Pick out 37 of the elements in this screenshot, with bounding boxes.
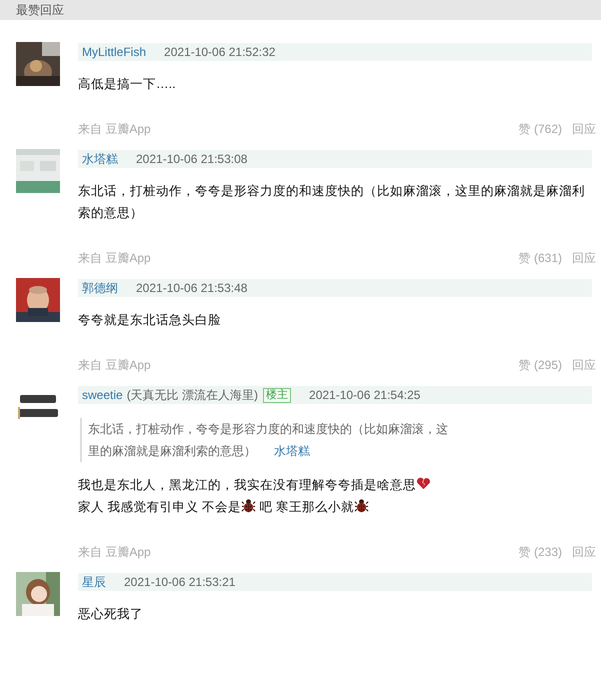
like-button[interactable]: 赞 (295) [518, 357, 562, 374]
comment-text: 吧 寒王那么小就 [258, 500, 354, 514]
comment-source: 来自 豆瓣App [78, 121, 151, 138]
comment-time: 2021-10-06 21:54:25 [309, 388, 420, 402]
comment-text: 东北话，打桩动作，夸夸是形容力度的和速度快的（比如麻溜滚，这里的麻溜就是麻溜利索的意思） [78, 184, 585, 220]
comment-text: 恶心死我了 [78, 607, 143, 621]
quote-author-link[interactable]: 水塔糕 [274, 444, 310, 458]
comment-time: 2021-10-06 21:52:32 [164, 45, 276, 59]
comment-text: 夸夸就是东北话急头白脸 [78, 313, 221, 327]
reply-link[interactable]: 回应 [572, 544, 596, 561]
username-link[interactable]: 水塔糕 [82, 150, 118, 168]
reply-link[interactable]: 回应 [572, 121, 596, 138]
username-link[interactable]: 星辰 [82, 574, 106, 590]
username-link[interactable]: MyLittleFish [82, 45, 146, 59]
comment-source: 来自 豆瓣App [78, 357, 151, 374]
like-button[interactable]: 赞 (762) [518, 121, 562, 138]
reply-link[interactable]: 回应 [572, 357, 596, 374]
comment-text: 高低是搞一下….. [78, 77, 176, 91]
like-button[interactable]: 赞 (631) [518, 250, 562, 267]
comment-source: 来自 豆瓣App [78, 544, 151, 561]
bug-icon [354, 498, 369, 513]
username-link[interactable]: 郭德纲 [82, 280, 118, 296]
comment-text: 我也是东北人，黑龙江的，我实在没有理解夸夸插是啥意思 [78, 478, 416, 492]
comment-time: 2021-10-06 21:53:48 [136, 281, 248, 295]
comment-time: 2021-10-06 21:53:21 [124, 575, 236, 589]
section-title: 最赞回应 [16, 2, 64, 19]
like-button[interactable]: 赞 (233) [518, 544, 562, 561]
comment-source: 来自 豆瓣App [78, 250, 151, 267]
broken-heart-icon [416, 476, 431, 491]
user-signature: (天真无比 漂流在人海里) [126, 386, 258, 404]
quote-text: 东北话，打桩动作，夸夸是形容力度的和速度快的（比如麻溜滚，这里的麻溜就是麻溜利索的意思） 水塔糕 [80, 418, 458, 462]
author-badge: 楼主 [263, 388, 292, 402]
bug-icon [241, 498, 256, 513]
comment-time: 2021-10-06 21:53:08 [136, 152, 248, 166]
comment-text: 家人 我感觉有引申义 不会是 [78, 500, 241, 514]
username-link[interactable]: sweetie [82, 388, 123, 402]
reply-link[interactable]: 回应 [572, 250, 596, 267]
